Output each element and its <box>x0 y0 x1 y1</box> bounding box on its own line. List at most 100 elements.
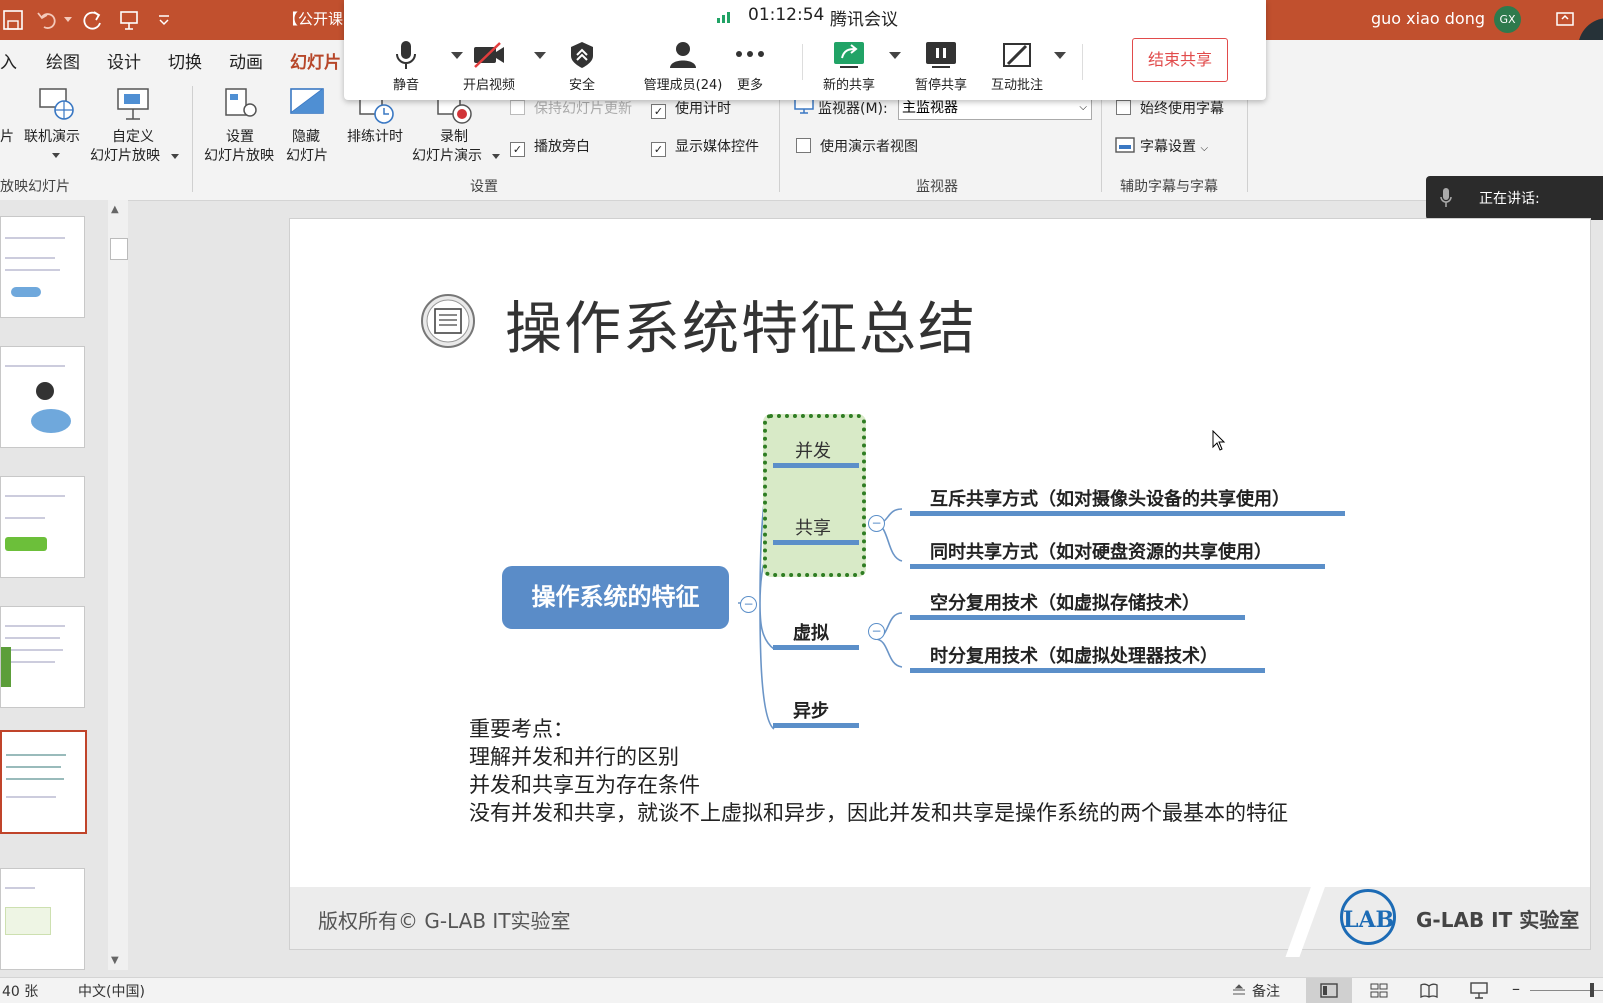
start-video-button[interactable]: 开启视频 <box>459 40 519 93</box>
record-dropdown-icon[interactable] <box>492 154 500 159</box>
slide-thumbnail[interactable] <box>0 346 85 448</box>
normal-view-icon <box>1320 983 1338 998</box>
key-point-line: 理解并发和并行的区别 <box>469 745 679 769</box>
security-button[interactable]: 安全 <box>560 40 604 93</box>
more-button[interactable]: 更多 <box>730 40 770 93</box>
thumbnail-shape <box>5 537 47 551</box>
ribbon-separator <box>192 86 193 192</box>
setup-show-label[interactable]: 设置 <box>226 128 254 146</box>
customize-toolbar-icon[interactable] <box>157 13 171 27</box>
manage-participants-button[interactable]: 管理成员(24) <box>638 40 728 93</box>
zoom-slider-thumb[interactable] <box>1590 983 1594 997</box>
undo-dropdown-icon[interactable] <box>64 17 72 22</box>
normal-view-button[interactable] <box>1306 978 1352 1003</box>
tab-animations[interactable]: 动画 <box>229 48 263 73</box>
subtitle-settings-label: 字幕设置 <box>1140 139 1196 155</box>
annotate-button[interactable]: 互动批注 <box>986 40 1048 93</box>
share-dropdown-icon[interactable] <box>889 52 901 59</box>
play-narrations-checkbox[interactable]: ✓ 播放旁白 <box>510 136 590 157</box>
end-share-button[interactable]: 结束共享 <box>1132 38 1228 82</box>
slide-thumbnail[interactable] <box>0 606 85 708</box>
scroll-up-icon[interactable]: ▲ <box>111 204 119 215</box>
pause-share-button[interactable]: 暂停共享 <box>910 40 972 93</box>
custom-show-button[interactable]: 幻灯片放映 <box>90 147 160 165</box>
more-label: 更多 <box>736 78 763 93</box>
slide-thumbnail[interactable] <box>0 216 85 318</box>
record-button[interactable]: 幻灯片演示 <box>412 147 482 165</box>
collapse-root-icon[interactable]: − <box>740 596 757 613</box>
status-bar: 40 张 中文(中国) 备注 – <box>0 977 1603 1003</box>
online-present-dropdown-icon[interactable] <box>52 153 60 158</box>
thumbnail-line <box>5 625 65 627</box>
node-underline <box>773 540 859 545</box>
slide-sorter-icon[interactable] <box>1370 983 1388 998</box>
participants-icon <box>670 42 696 68</box>
key-point-line: 并发和共享互为存在条件 <box>469 773 700 797</box>
show-media-controls-checkbox[interactable]: ✓ 显示媒体控件 <box>651 136 759 157</box>
custom-show-dropdown-icon[interactable] <box>171 154 179 159</box>
tab-transitions[interactable]: 切换 <box>168 48 202 73</box>
slide-thumbnail[interactable] <box>0 868 85 970</box>
present-from-start-icon[interactable] <box>118 9 140 31</box>
meeting-toolbar: 01:12:54 腾讯会议 静音 开启视频 安全 管理成员(24) 更多 新的共… <box>344 0 1266 100</box>
group-label-monitors: 监视器 <box>916 179 958 195</box>
rehearse-timings-button[interactable]: 排练计时 <box>347 128 403 146</box>
scroll-down-icon[interactable]: ▼ <box>111 955 119 966</box>
user-name[interactable]: guo xiao dong <box>1371 9 1485 28</box>
use-timings-checkbox[interactable]: ✓ 使用计时 <box>651 98 731 119</box>
language-indicator[interactable]: 中文(中国) <box>78 981 145 1001</box>
thumbnail-line <box>5 661 55 663</box>
scrollbar-thumb[interactable] <box>110 238 128 260</box>
annotate-icon <box>1003 43 1031 67</box>
collapse-virtual-icon[interactable]: − <box>868 623 885 640</box>
setup-show-icon <box>225 88 257 117</box>
thumbnail-line <box>5 887 35 889</box>
show-media-controls-label: 显示媒体控件 <box>675 139 759 155</box>
notes-icon <box>1233 984 1245 995</box>
collapse-sharing-icon[interactable]: − <box>868 515 885 532</box>
subtitle-settings-button[interactable]: 字幕设置 ⌵ <box>1140 136 1208 156</box>
slide-thumbnail-pane <box>0 200 120 970</box>
annotate-dropdown-icon[interactable] <box>1054 52 1066 59</box>
always-use-subtitles-checkbox[interactable]: 始终使用字幕 <box>1116 98 1224 118</box>
notes-button[interactable]: 备注 <box>1252 981 1280 1001</box>
custom-show-label[interactable]: 自定义 <box>112 128 154 146</box>
user-avatar[interactable]: GX <box>1494 6 1521 33</box>
new-share-button[interactable]: 新的共享 <box>818 40 880 93</box>
thumbnail-line <box>6 796 56 798</box>
redo-icon[interactable] <box>82 9 104 31</box>
slide-thumbnail[interactable] <box>0 476 85 578</box>
ribbon-display-options-icon[interactable] <box>1555 10 1575 28</box>
video-dropdown-icon[interactable] <box>534 52 546 59</box>
slideshow-view-icon[interactable] <box>1470 982 1488 999</box>
reading-view-icon[interactable] <box>1420 983 1438 998</box>
use-presenter-view-checkbox[interactable]: 使用演示者视图 <box>796 136 918 156</box>
slide-thumbnail-selected[interactable] <box>0 730 87 834</box>
hide-slide-button[interactable]: 幻灯片 <box>286 147 328 165</box>
zoom-out-button[interactable]: – <box>1512 979 1520 998</box>
key-points-notes: 重要考点： 理解并发和并行的区别 并发和共享互为存在条件 没有并发和共享，就谈不… <box>469 715 1288 827</box>
tab-insert[interactable]: 入 <box>0 48 17 73</box>
meeting-time: 01:12:54 <box>748 5 825 25</box>
tab-design[interactable]: 设计 <box>107 48 141 73</box>
group-label-setup: 设置 <box>470 179 498 195</box>
share-screen-icon <box>834 42 864 68</box>
online-present-button[interactable]: 联机演示 <box>24 128 80 146</box>
checkbox-box <box>1116 100 1131 115</box>
setup-show-button[interactable]: 幻灯片放映 <box>204 147 274 165</box>
undo-icon[interactable] <box>36 9 58 31</box>
tab-slide-show[interactable]: 幻灯片 <box>290 48 341 80</box>
hide-slide-label[interactable]: 隐藏 <box>292 128 320 146</box>
thumbnail-line <box>5 517 45 519</box>
thumbnail-line <box>6 778 64 780</box>
thumbnail-scrollbar[interactable]: ▲ ▼ <box>108 200 128 970</box>
record-label[interactable]: 录制 <box>440 128 468 146</box>
tab-draw[interactable]: 绘图 <box>46 48 80 73</box>
thumbnail-shape <box>5 907 51 935</box>
chevron-down-icon: ⌵ <box>1200 143 1209 154</box>
thumbnail-line <box>6 766 61 768</box>
leaf-mutex-sharing: 互斥共享方式（如对摄像头设备的共享使用） <box>930 489 1290 510</box>
mute-button[interactable]: 静音 <box>386 40 426 93</box>
thumbnail-line <box>5 495 65 497</box>
save-icon[interactable] <box>2 9 24 31</box>
